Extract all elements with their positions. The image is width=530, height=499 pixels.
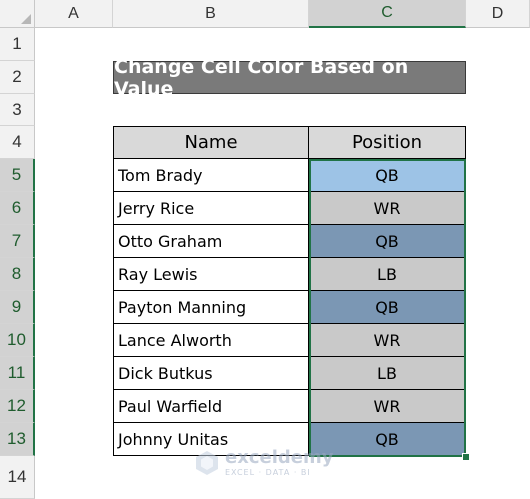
row-header-8[interactable]: 8: [0, 258, 35, 291]
corner-triangle-icon: [21, 14, 31, 24]
header-position-cell[interactable]: Position: [309, 126, 466, 159]
name-cell[interactable]: Paul Warfield: [113, 390, 309, 423]
position-cell[interactable]: LB: [309, 357, 466, 390]
row-header-11[interactable]: 11: [0, 357, 35, 390]
position-cell[interactable]: QB: [309, 225, 466, 258]
position-cell[interactable]: QB: [309, 291, 466, 324]
name-cell[interactable]: Tom Brady: [113, 159, 309, 192]
row-header-14[interactable]: 14: [0, 456, 35, 499]
name-cell[interactable]: Lance Alworth: [113, 324, 309, 357]
row-header-13[interactable]: 13: [0, 423, 35, 456]
position-cell[interactable]: WR: [309, 390, 466, 423]
row-header-2[interactable]: 2: [0, 61, 35, 94]
position-cell[interactable]: LB: [309, 258, 466, 291]
name-cell[interactable]: Otto Graham: [113, 225, 309, 258]
column-header-c[interactable]: C: [309, 0, 466, 28]
name-cell[interactable]: Payton Manning: [113, 291, 309, 324]
row-header-4[interactable]: 4: [0, 126, 35, 159]
column-header-a[interactable]: A: [35, 0, 113, 28]
watermark: exceldemy EXCEL · DATA · BI: [195, 449, 333, 477]
name-cell[interactable]: Ray Lewis: [113, 258, 309, 291]
name-cell[interactable]: Dick Butkus: [113, 357, 309, 390]
row-header-7[interactable]: 7: [0, 225, 35, 258]
spreadsheet: A B C D 1 2 3 4 5 6 7 8 9 10 11 12 13 14 Change Cell …: [0, 0, 530, 499]
watermark-name: exceldemy: [225, 447, 334, 468]
row-header-12[interactable]: 12: [0, 390, 35, 423]
watermark-tagline: EXCEL · DATA · BI: [225, 468, 311, 477]
sheet-title[interactable]: Change Cell Color Based on Value: [113, 56, 466, 100]
column-header-b[interactable]: B: [113, 0, 309, 28]
header-name-cell[interactable]: Name: [113, 126, 309, 159]
row-header-1[interactable]: 1: [0, 28, 35, 61]
exceldemy-logo-icon: [196, 451, 218, 475]
position-cell[interactable]: WR: [309, 324, 466, 357]
name-cell[interactable]: Jerry Rice: [113, 192, 309, 225]
row-header-5[interactable]: 5: [0, 159, 35, 192]
position-cell[interactable]: QB: [309, 159, 466, 192]
row-header-9[interactable]: 9: [0, 291, 35, 324]
column-header-d[interactable]: D: [466, 0, 530, 28]
position-cell[interactable]: WR: [309, 192, 466, 225]
row-header-6[interactable]: 6: [0, 192, 35, 225]
row-header-3[interactable]: 3: [0, 94, 35, 126]
row-header-10[interactable]: 10: [0, 324, 35, 357]
select-all-corner[interactable]: [0, 0, 35, 28]
